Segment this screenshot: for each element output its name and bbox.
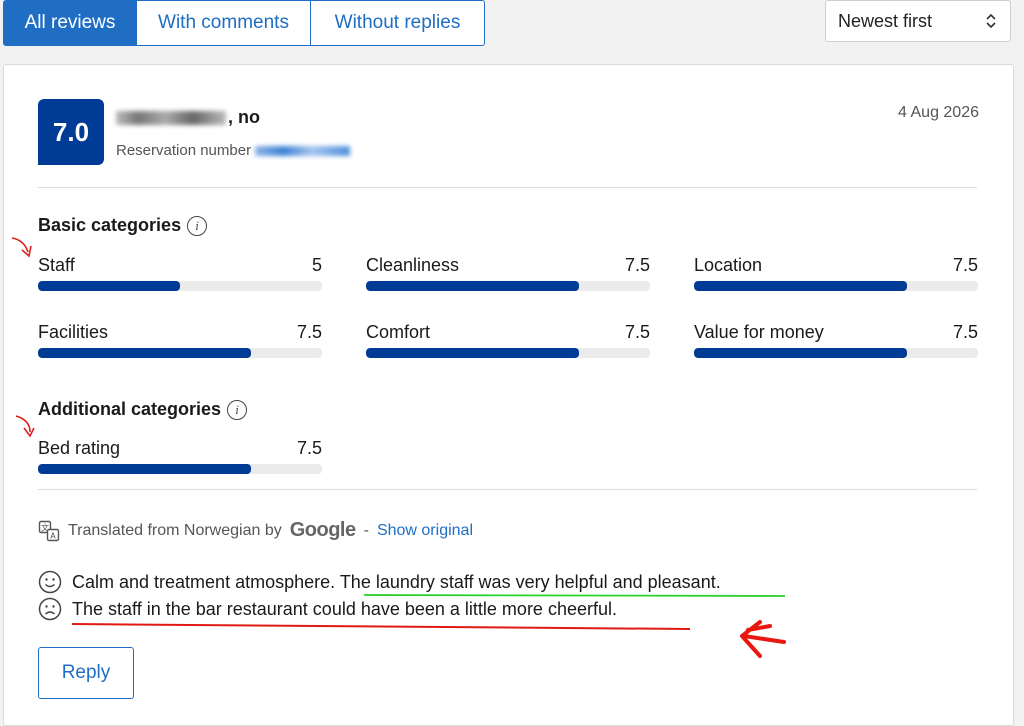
sad-face-icon <box>38 597 62 621</box>
metric-bar-track <box>38 348 322 358</box>
metric-cleanliness: Cleanliness 7.5 <box>366 255 650 295</box>
updown-chevron-icon <box>986 13 996 29</box>
metric-bar-fill <box>366 348 579 358</box>
metric-value: 7.5 <box>624 255 650 275</box>
sort-select-value: Newest first <box>838 10 933 31</box>
review-date: 4 Aug 2026 <box>898 104 979 121</box>
google-logo: Google <box>289 519 356 541</box>
translate-icon: 文 A <box>38 520 60 541</box>
positive-comment: Calm and treatment atmosphere. The laund… <box>38 570 721 594</box>
tab-all-reviews[interactable]: All reviews <box>3 0 137 46</box>
metric-bar-fill <box>694 348 907 358</box>
metric-label: Comfort <box>366 322 431 342</box>
metric-value: 7.5 <box>952 322 978 342</box>
basic-categories-title: Basic categories <box>38 215 182 235</box>
translation-separator: - <box>363 521 369 539</box>
metric-comfort: Comfort 7.5 <box>366 322 650 362</box>
metric-label: Location <box>694 255 763 275</box>
svg-text:A: A <box>50 531 56 540</box>
metric-staff: Staff 5 <box>38 255 322 295</box>
reply-button[interactable]: Reply <box>38 647 134 699</box>
reservation-number-link[interactable] <box>255 146 351 157</box>
review-filter-tabs: All reviews With comments Without replie… <box>3 0 485 46</box>
metric-label: Facilities <box>38 322 109 342</box>
metric-bar-fill <box>38 348 251 358</box>
metric-bar-track <box>694 348 978 358</box>
metric-bar-track <box>38 464 322 474</box>
metric-value: 7.5 <box>296 322 322 342</box>
info-icon[interactable]: i <box>187 215 208 236</box>
reviewer-country: , no <box>228 107 260 127</box>
metric-bar-track <box>366 281 650 291</box>
negative-comment: The staff in the bar restaurant could ha… <box>38 597 617 621</box>
translation-prefix: Translated from Norwegian by <box>68 521 282 539</box>
tab-without-replies[interactable]: Without replies <box>310 0 485 46</box>
positive-comment-highlight: The laundry staff was very helpful and p… <box>339 571 721 592</box>
metric-label: Bed rating <box>38 438 121 458</box>
metric-bar-track <box>366 348 650 358</box>
reservation-label: Reservation number <box>116 142 252 159</box>
review-score-badge: 7.0 <box>38 99 104 165</box>
info-icon[interactable]: i <box>227 399 248 420</box>
translation-notice: 文 A Translated from Norwegian by Google … <box>38 519 473 542</box>
redacted-name <box>116 111 226 126</box>
metric-bar-fill <box>366 281 579 291</box>
metric-bar-fill <box>38 464 251 474</box>
reviewer-name: , no <box>116 107 260 128</box>
sort-select[interactable]: Newest first <box>825 0 1011 42</box>
metric-value: 7.5 <box>296 438 322 458</box>
metric-bar-track <box>694 281 978 291</box>
metric-bar-fill <box>694 281 907 291</box>
metric-value: 5 <box>311 255 322 275</box>
basic-categories-heading: Basic categories i <box>38 215 208 236</box>
divider <box>38 187 977 188</box>
additional-categories-heading: Additional categories i <box>38 399 248 420</box>
additional-categories-title: Additional categories <box>38 399 222 419</box>
smile-face-icon <box>38 570 62 594</box>
metric-value: 7.5 <box>624 322 650 342</box>
metric-facilities: Facilities 7.5 <box>38 322 322 362</box>
metric-label: Value for money <box>694 322 824 342</box>
negative-comment-text: The staff in the bar restaurant could ha… <box>72 598 617 619</box>
review-card: 7.0 , no Reservation number 4 Aug 2026 B… <box>3 64 1014 726</box>
metric-label: Staff <box>38 255 75 275</box>
tab-with-comments[interactable]: With comments <box>136 0 311 46</box>
metric-location: Location 7.5 <box>694 255 978 295</box>
positive-comment-text: Calm and treatment atmosphere. The laund… <box>72 572 721 593</box>
positive-comment-plain: Calm and treatment atmosphere. <box>72 571 340 592</box>
divider <box>38 489 977 490</box>
metric-bar-track <box>38 281 322 291</box>
metric-bar-fill <box>38 281 180 291</box>
metric-value-for-money: Value for money 7.5 <box>694 322 978 362</box>
metric-label: Cleanliness <box>366 255 460 275</box>
show-original-link[interactable]: Show original <box>377 522 473 540</box>
metric-value: 7.5 <box>952 255 978 275</box>
reservation-number: Reservation number <box>116 142 351 159</box>
metric-bed-rating: Bed rating 7.5 <box>38 438 322 478</box>
